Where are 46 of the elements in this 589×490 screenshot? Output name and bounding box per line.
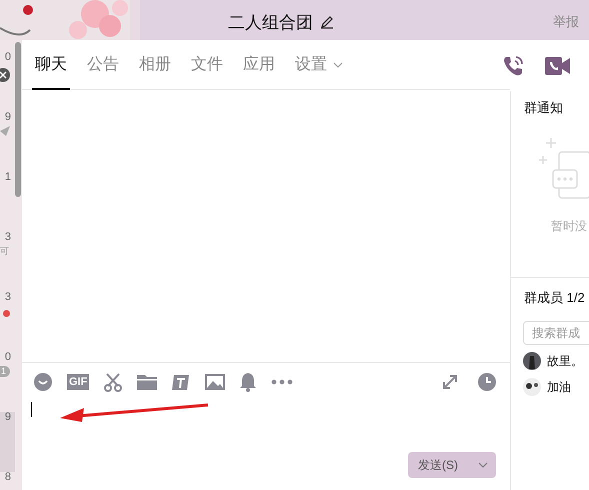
session-time: 3 (4, 232, 11, 243)
unread-badge: 1 (0, 366, 10, 377)
avatar (523, 352, 541, 370)
scissors-icon[interactable] (103, 372, 124, 392)
phone-icon[interactable] (502, 55, 524, 77)
member-search-field[interactable]: 搜索群成 (523, 321, 589, 345)
session-time: 8 (4, 472, 11, 483)
session-time: 3 (4, 292, 11, 303)
video-call-icon[interactable] (545, 57, 570, 75)
image-icon[interactable] (205, 373, 226, 391)
session-time: 0 (4, 52, 11, 63)
session-time: 9 (4, 112, 11, 123)
window-title: 二人组合团 (228, 12, 313, 34)
scrollbar[interactable] (15, 42, 21, 197)
tab[interactable]: 聊天 (35, 40, 67, 90)
tab[interactable]: 设置 (295, 40, 343, 90)
session-time: 0 (4, 352, 11, 363)
member-name[interactable]: 加油 (547, 378, 571, 396)
section-title: 群成员 1/2 (524, 289, 585, 307)
section-title: 群通知 (524, 99, 563, 117)
more-icon[interactable] (271, 379, 294, 385)
expand-icon[interactable] (441, 373, 459, 391)
tab[interactable]: 公告 (87, 40, 119, 90)
report-link[interactable]: 举报 (553, 12, 579, 32)
text-cursor (31, 402, 32, 417)
session-time: 1 (4, 172, 11, 183)
emoji-icon[interactable] (33, 372, 53, 392)
gif-button[interactable]: GIF (67, 374, 90, 390)
send-button[interactable]: 发送(S) (408, 452, 496, 478)
document-icon[interactable] (171, 373, 192, 391)
session-item[interactable]: 9 (0, 412, 15, 472)
tab[interactable]: 文件 (191, 40, 223, 90)
edit-icon[interactable] (320, 15, 334, 29)
avatar (523, 378, 541, 396)
member-name[interactable]: 故里。 (547, 352, 583, 370)
tab[interactable]: 相册 (139, 40, 171, 90)
chevron-icon[interactable] (333, 62, 343, 68)
clock-icon[interactable] (477, 372, 497, 392)
session-time: 9 (4, 412, 11, 423)
message-preview: 可 (0, 247, 9, 256)
close-icon[interactable] (0, 68, 10, 82)
caret-icon[interactable] (478, 462, 488, 468)
bell-icon[interactable] (239, 372, 258, 392)
tab[interactable]: 应用 (243, 40, 275, 90)
folder-icon[interactable] (137, 373, 158, 391)
empty-notice-text: 暂时没 (551, 218, 587, 235)
